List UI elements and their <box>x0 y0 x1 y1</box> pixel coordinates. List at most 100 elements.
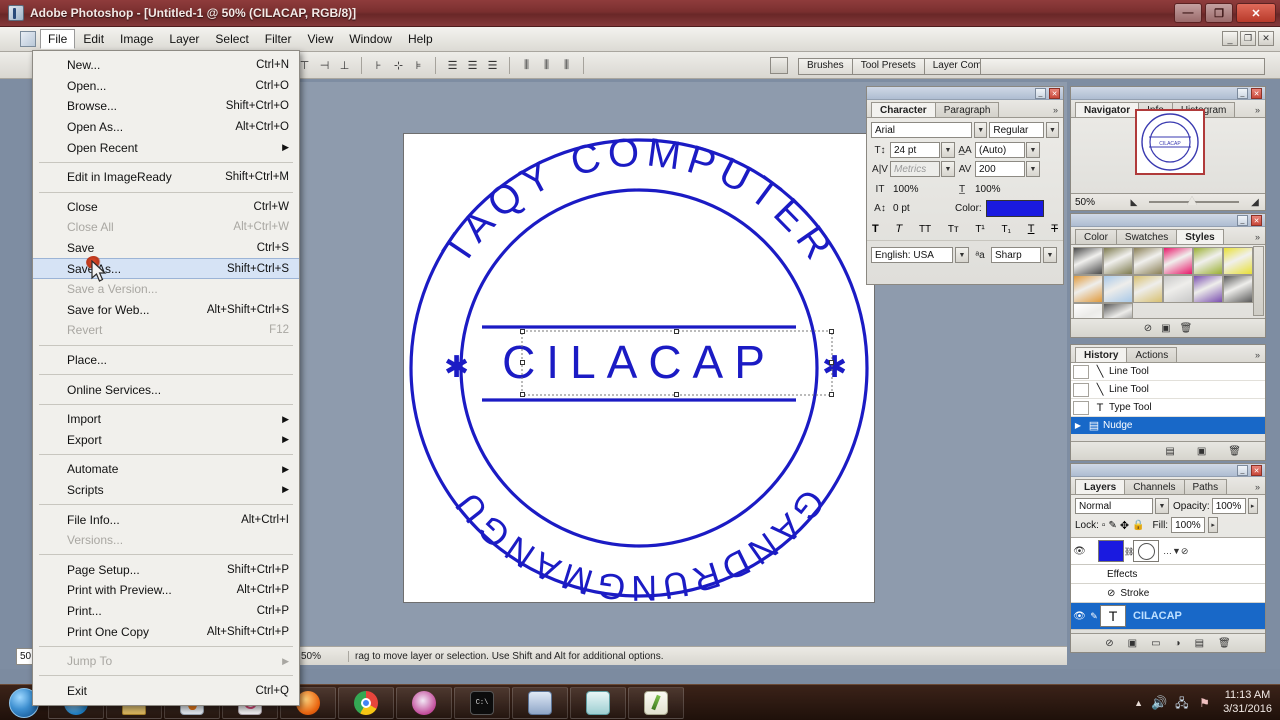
menu-image[interactable]: Image <box>112 29 161 49</box>
style-swatch-2[interactable] <box>1133 247 1163 275</box>
style-swatch-3[interactable] <box>1163 247 1193 275</box>
antialias-dropdown-icon[interactable]: ▼ <box>1043 247 1057 263</box>
zoom-out-icon[interactable]: ◣ <box>1125 197 1143 208</box>
fill-stepper-icon[interactable]: ▸ <box>1208 517 1219 533</box>
selection-handle-br[interactable] <box>829 392 834 397</box>
tab-swatches[interactable]: Swatches <box>1115 229 1178 244</box>
document-system-icon[interactable] <box>20 31 36 47</box>
taskbar-media-player[interactable] <box>512 686 568 719</box>
align-right-edges-icon[interactable]: ⊧ <box>410 56 427 74</box>
file-menu-item-online-services[interactable]: Online Services... <box>33 379 299 400</box>
styles-palette-close-icon[interactable]: ✕ <box>1251 215 1262 226</box>
tab-navigator[interactable]: Navigator <box>1075 102 1140 117</box>
file-menu-item-save-for-web[interactable]: Save for Web... Alt+Shift+Ctrl+S <box>33 300 299 321</box>
tab-layers[interactable]: Layers <box>1075 479 1126 494</box>
add-layer-style-icon[interactable]: ⊘ <box>1105 638 1113 649</box>
lock-transparent-pixels-icon[interactable]: ▫ <box>1102 520 1106 531</box>
navigator-palette-minimize-icon[interactable]: _ <box>1237 88 1248 99</box>
canvas[interactable]: TAQY COMPUTER GANDRUNGMANGU CILACAP ✱ ✱ <box>403 130 875 609</box>
menu-select[interactable]: Select <box>207 29 256 49</box>
file-menu-item-save[interactable]: Save Ctrl+S <box>33 238 299 259</box>
style-swatch-11[interactable] <box>1223 275 1253 303</box>
style-swatch-7[interactable] <box>1103 275 1133 303</box>
opacity-field[interactable]: 100% <box>1211 498 1246 514</box>
file-menu-item-file-info[interactable]: File Info... Alt+Ctrl+I <box>33 509 299 530</box>
styles-palette-grip[interactable]: _ ✕ <box>1071 214 1265 227</box>
distribute-right-edges-icon[interactable]: ⫼ <box>558 56 575 74</box>
character-palette-minimize-icon[interactable]: _ <box>1035 88 1046 99</box>
blend-mode-field[interactable]: Normal <box>1075 498 1153 514</box>
faux-italic-icon[interactable]: T <box>895 223 902 235</box>
layer-thumbnail[interactable] <box>1098 540 1124 562</box>
taskbar-command-prompt[interactable]: C:\ <box>454 686 510 719</box>
layers-palette-close-icon[interactable]: ✕ <box>1251 465 1262 476</box>
lock-all-icon[interactable]: 🔒 <box>1132 520 1144 531</box>
selection-handle-tl[interactable] <box>520 329 525 334</box>
tab-paths[interactable]: Paths <box>1183 479 1228 494</box>
show-hidden-icons-icon[interactable]: ▲ <box>1134 698 1143 708</box>
distribute-horizontal-centers-icon[interactable]: ⫼ <box>538 56 555 74</box>
style-swatch-9[interactable] <box>1163 275 1193 303</box>
font-size-dropdown-icon[interactable]: ▼ <box>941 142 955 158</box>
file-menu-item-page-setup[interactable]: Page Setup... Shift+Ctrl+P <box>33 559 299 580</box>
style-swatch-5[interactable] <box>1223 247 1253 275</box>
doc-restore-button[interactable]: ❐ <box>1240 31 1256 46</box>
distribute-bottom-edges-icon[interactable]: ☰ <box>484 56 501 74</box>
menu-view[interactable]: View <box>299 29 341 49</box>
file-menu-item-edit-in-imageready[interactable]: Edit in ImageReady Shift+Ctrl+M <box>33 167 299 188</box>
file-menu-item-save-as[interactable]: Save As... Shift+Ctrl+S <box>33 258 299 279</box>
file-menu-item-new[interactable]: New... Ctrl+N <box>33 55 299 76</box>
subscript-icon[interactable]: T₁ <box>1002 224 1011 235</box>
all-caps-icon[interactable]: TT <box>919 224 931 235</box>
leading-field[interactable]: (Auto) <box>975 142 1025 158</box>
kerning-field[interactable]: Metrics <box>890 161 940 177</box>
font-family-field[interactable]: Arial <box>871 122 973 138</box>
styles-palette-minimize-icon[interactable]: _ <box>1237 215 1248 226</box>
selection-handle-tc[interactable] <box>674 329 679 334</box>
character-palette-menu-icon[interactable]: » <box>1053 105 1058 115</box>
navigator-zoom-slider[interactable] <box>1149 196 1239 205</box>
history-snapshot-checkbox-0[interactable] <box>1073 364 1089 379</box>
selection-handle-mr[interactable] <box>829 360 834 365</box>
distribute-vertical-centers-icon[interactable]: ☰ <box>464 56 481 74</box>
file-menu-item-import[interactable]: Import ▶ <box>33 409 299 430</box>
file-menu-item-export[interactable]: Export ▶ <box>33 430 299 451</box>
antialias-field[interactable]: Sharp <box>991 247 1041 263</box>
type-layer-thumbnail[interactable]: T <box>1100 605 1126 627</box>
character-palette-close-icon[interactable]: ✕ <box>1049 88 1060 99</box>
tab-color[interactable]: Color <box>1075 229 1117 244</box>
vertical-scale-field[interactable]: 100% <box>890 181 952 197</box>
layer-effects-indicator-icon[interactable]: …▼⊘ <box>1163 546 1188 557</box>
tab-character[interactable]: Character <box>871 102 936 117</box>
file-menu-item-close[interactable]: Close Ctrl+W <box>33 197 299 218</box>
zoom-in-icon[interactable]: ◢ <box>1245 197 1265 208</box>
volume-icon[interactable]: 🔊 <box>1151 695 1167 711</box>
blend-mode-dropdown-icon[interactable]: ▼ <box>1155 498 1169 514</box>
taskbar-clock[interactable]: 11:13 AM 3/31/2016 <box>1223 689 1272 717</box>
file-menu-item-exit[interactable]: Exit Ctrl+Q <box>33 680 299 701</box>
distribute-top-edges-icon[interactable]: ☰ <box>444 56 461 74</box>
layer-row-shape[interactable]: 👁 ⛓ …▼⊘ <box>1071 538 1265 565</box>
layer-mask-link-icon[interactable]: ⛓ <box>1124 547 1134 556</box>
file-menu-item-open-recent[interactable]: Open Recent ▶ <box>33 137 299 158</box>
selection-handle-tr[interactable] <box>829 329 834 334</box>
superscript-icon[interactable]: T¹ <box>975 224 984 235</box>
history-item-1[interactable]: ╲ Line Tool <box>1071 381 1265 399</box>
align-vertical-centers-icon[interactable]: ⊣ <box>316 56 333 74</box>
delete-style-icon[interactable]: 🗑 <box>1180 323 1193 334</box>
history-snapshot-checkbox-1[interactable] <box>1073 382 1089 397</box>
lock-image-pixels-icon[interactable]: ✎ <box>1108 520 1116 531</box>
layers-palette-grip[interactable]: _ ✕ <box>1071 464 1265 477</box>
delete-state-icon[interactable]: 🗑 <box>1228 446 1241 457</box>
layer-row-effects[interactable]: Effects <box>1071 565 1265 584</box>
font-size-field[interactable]: 24 pt <box>890 142 940 158</box>
history-snapshot-checkbox-2[interactable] <box>1073 400 1089 415</box>
minimize-button[interactable]: — <box>1174 3 1202 23</box>
underline-icon[interactable]: T <box>1028 223 1035 235</box>
file-menu-dropdown[interactable]: New... Ctrl+N Open... Ctrl+O Browse... Shift+… <box>32 50 300 707</box>
layer-vector-mask-thumbnail[interactable] <box>1133 540 1159 562</box>
text-color-swatch[interactable] <box>985 200 1044 217</box>
file-menu-item-open-as[interactable]: Open As... Alt+Ctrl+O <box>33 117 299 138</box>
palette-well-tab-brushes[interactable]: Brushes <box>798 58 852 75</box>
file-menu-item-scripts[interactable]: Scripts ▶ <box>33 480 299 501</box>
